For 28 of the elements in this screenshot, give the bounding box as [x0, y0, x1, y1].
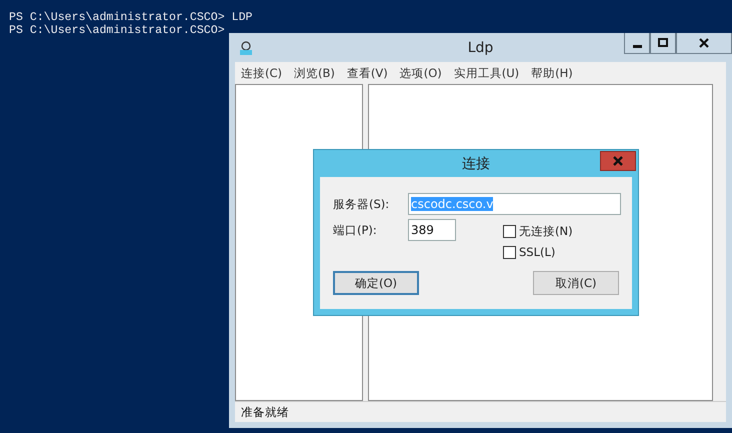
menu-item[interactable]: 选项(O) [400, 66, 442, 80]
maximize-icon [658, 38, 668, 48]
field-label: 服务器(S): [333, 196, 390, 213]
checkbox[interactable] [503, 225, 516, 238]
port-field[interactable]: 389 [408, 219, 456, 241]
close-icon [613, 156, 623, 166]
menu-item[interactable]: 连接(C) [241, 66, 282, 80]
close-icon [699, 38, 709, 48]
minimize-button[interactable] [624, 33, 650, 54]
maximize-button[interactable] [650, 33, 676, 54]
minimize-icon [632, 44, 642, 48]
console-line: PS C:\Users\administrator.CSCO> LDP [9, 11, 254, 24]
app-icon [238, 40, 254, 56]
console-line: PS C:\Users\administrator.CSCO> [9, 24, 226, 37]
window-title: Ldp [466, 40, 494, 56]
checkbox-label: SSL(L) [519, 245, 556, 259]
menu-item[interactable]: 帮助(H) [531, 66, 573, 80]
dialog-title: 连接 [462, 154, 490, 172]
checkbox-label: 无连接(N) [519, 224, 573, 239]
checkbox[interactable] [503, 246, 516, 258]
cancel-button[interactable]: 取消(C) [533, 271, 619, 295]
close-button[interactable] [676, 33, 732, 54]
menu-item[interactable]: 查看(V) [346, 66, 388, 80]
status-text: 准备就绪 [241, 404, 289, 420]
menu-item[interactable]: 实用工具(U) [454, 66, 520, 80]
field-label: 端口(P): [333, 222, 378, 239]
ok-button[interactable]: 确定(O) [333, 271, 419, 295]
menu-item[interactable]: 浏览(B) [294, 66, 335, 80]
